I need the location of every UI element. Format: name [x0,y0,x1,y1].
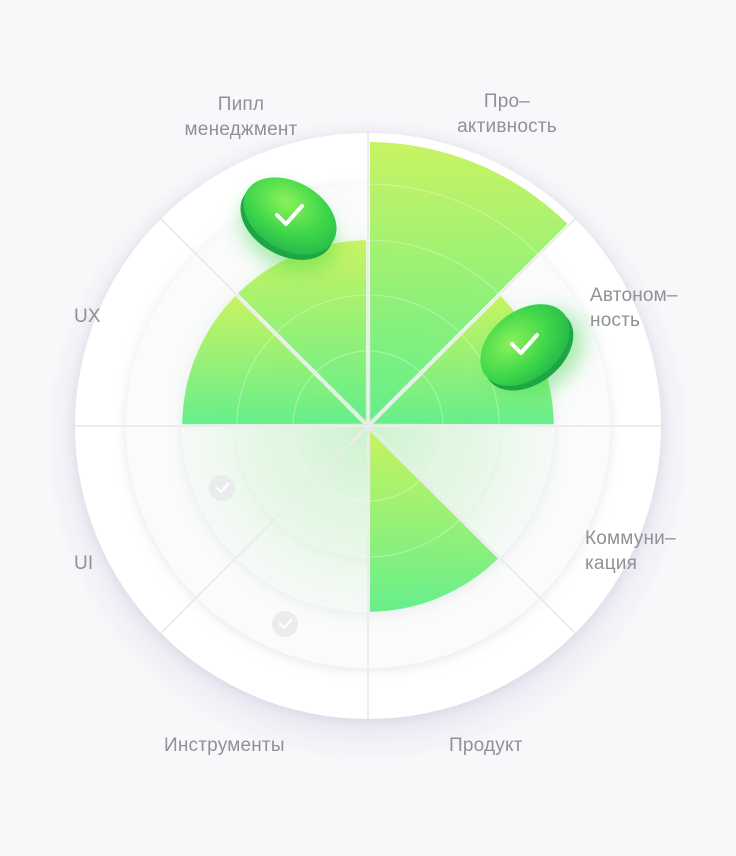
category-label: UI [74,553,94,574]
category-label: Продукт [449,735,523,756]
category-label: UX [74,306,101,327]
check-badge-4 [272,611,298,637]
badge-circle [272,611,298,637]
check-badge-5 [209,475,235,501]
category-label: Про– активность [457,91,557,137]
category-label: Пипл менеджмент [184,94,298,140]
category-label: Инструменты [164,735,285,756]
radar-chart-svg [45,117,691,763]
radar-chart: Про– активность Автоном– ность Коммуни– ка… [0,0,736,856]
badge-circle [209,475,235,501]
category-label: Автоном– ность [590,285,678,331]
category-label: Коммуни– кация [585,528,676,574]
